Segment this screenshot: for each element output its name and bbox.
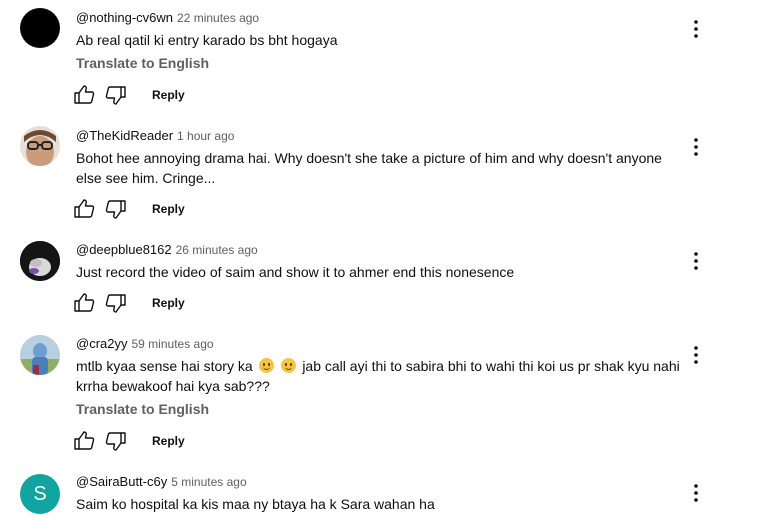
comment-text: Ab real qatil ki entry karado bs bht hog… xyxy=(76,32,338,48)
comment-text: Just record the video of saim and show i… xyxy=(76,264,515,280)
reply-button[interactable]: Reply xyxy=(152,88,185,102)
avatar-letter: S xyxy=(33,482,47,505)
avatar[interactable] xyxy=(20,8,60,48)
comment-author[interactable]: @deepblue8162 xyxy=(76,242,172,257)
reply-button[interactable]: Reply xyxy=(152,202,185,216)
comment-author[interactable]: @cra2yy xyxy=(76,336,128,351)
like-icon[interactable] xyxy=(72,429,96,453)
translate-button[interactable]: Translate to English xyxy=(76,401,209,417)
more-options-icon[interactable] xyxy=(684,249,708,273)
dislike-icon[interactable] xyxy=(104,429,128,453)
like-icon[interactable] xyxy=(72,197,96,221)
comment-author[interactable]: @TheKidReader xyxy=(76,128,173,143)
like-icon[interactable] xyxy=(72,83,96,107)
avatar[interactable]: S xyxy=(20,474,60,514)
comment-author[interactable]: @nothing-cv6wn xyxy=(76,10,173,25)
more-options-icon[interactable] xyxy=(684,343,708,367)
comment-text: mtlb kyaa sense hai story ka jab call ay… xyxy=(76,356,686,396)
dislike-icon[interactable] xyxy=(104,83,128,107)
smile-emoji-icon xyxy=(258,358,274,373)
comment-text: Saim ko hospital ka kis maa ny btaya ha … xyxy=(76,496,435,512)
comment-time[interactable]: 1 hour ago xyxy=(177,129,234,143)
like-icon[interactable] xyxy=(72,291,96,315)
smile-emoji-icon xyxy=(281,358,297,373)
avatar[interactable] xyxy=(20,126,60,166)
more-options-icon[interactable] xyxy=(684,481,708,505)
comment-text: Bohot hee annoying drama hai. Why doesn'… xyxy=(76,150,662,186)
comment-time[interactable]: 22 minutes ago xyxy=(177,11,259,25)
more-options-icon[interactable] xyxy=(684,17,708,41)
avatar[interactable] xyxy=(20,335,60,375)
comment-author[interactable]: @SairaButt-c6y xyxy=(76,474,167,489)
reply-button[interactable]: Reply xyxy=(152,296,185,310)
reply-button[interactable]: Reply xyxy=(152,434,185,448)
comment-time[interactable]: 5 minutes ago xyxy=(171,475,246,489)
comment-text-part: mtlb kyaa sense hai story ka xyxy=(76,358,253,374)
dislike-icon[interactable] xyxy=(104,197,128,221)
comment-time[interactable]: 26 minutes ago xyxy=(176,243,258,257)
translate-button[interactable]: Translate to English xyxy=(76,55,209,71)
avatar[interactable] xyxy=(20,241,60,281)
comment-time[interactable]: 59 minutes ago xyxy=(132,337,214,351)
dislike-icon[interactable] xyxy=(104,291,128,315)
more-options-icon[interactable] xyxy=(684,135,708,159)
